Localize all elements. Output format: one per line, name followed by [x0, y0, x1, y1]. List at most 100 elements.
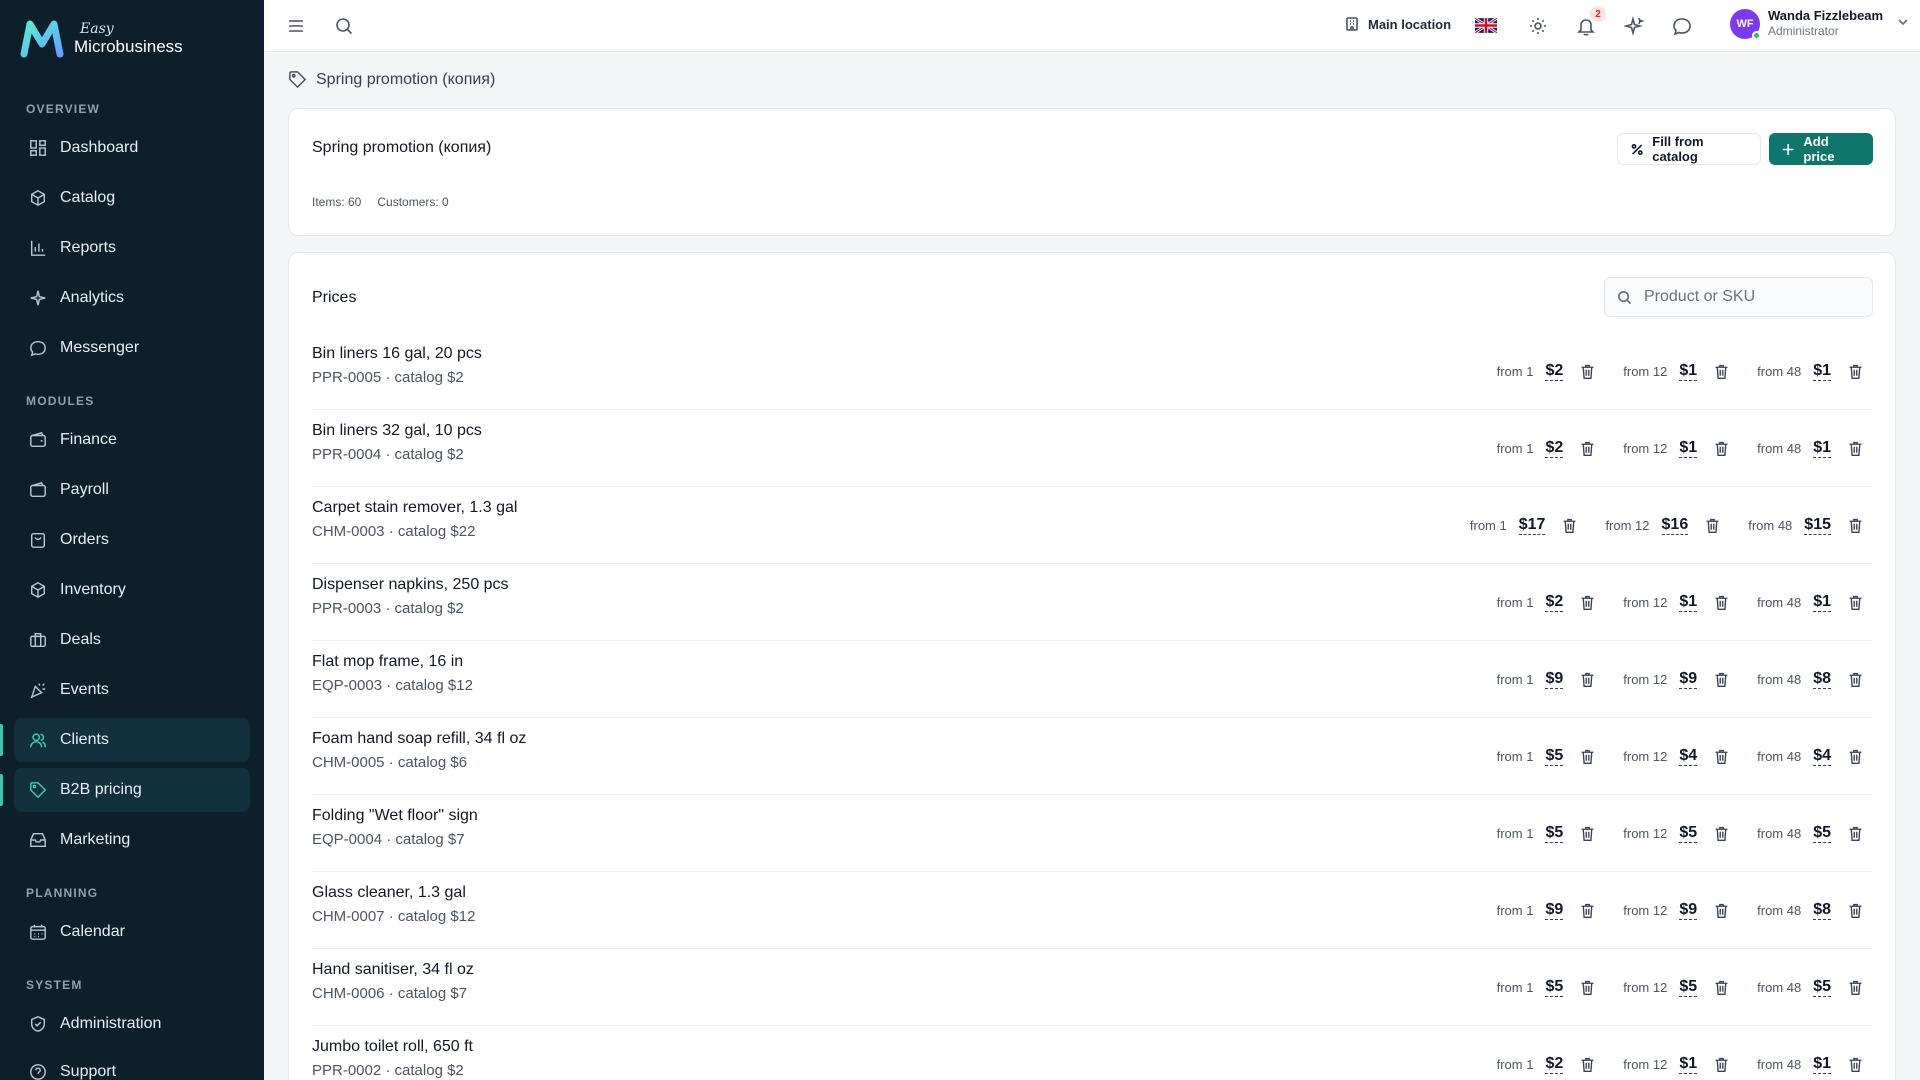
- sidebar-item-orders[interactable]: Orders: [14, 518, 250, 562]
- sidebar-item-marketing[interactable]: Marketing: [14, 818, 250, 862]
- tier-price[interactable]: $5: [1545, 824, 1564, 843]
- trash-icon[interactable]: [1711, 1055, 1731, 1075]
- trash-icon[interactable]: [1845, 747, 1865, 767]
- avatar-initials: WF: [1736, 17, 1754, 30]
- price-tier: from 1 $2: [1497, 1055, 1598, 1075]
- tier-price[interactable]: $1: [1813, 362, 1831, 381]
- sidebar-item-support[interactable]: Support: [14, 1050, 250, 1080]
- sidebar-item-deals[interactable]: Deals: [14, 618, 250, 662]
- app-logo[interactable]: Easy Microbusiness: [20, 18, 183, 58]
- tier-price[interactable]: $9: [1545, 901, 1564, 920]
- tier-price[interactable]: $8: [1813, 670, 1831, 689]
- tier-price[interactable]: $5: [1813, 824, 1831, 843]
- trash-icon[interactable]: [1577, 747, 1597, 767]
- trash-icon[interactable]: [1711, 670, 1731, 690]
- trash-icon[interactable]: [1711, 901, 1731, 921]
- tier-price[interactable]: $1: [1679, 439, 1698, 458]
- tier-price[interactable]: $4: [1813, 747, 1831, 766]
- tier-price[interactable]: $2: [1545, 439, 1564, 458]
- price-tiers: from 1 $2 from 12 $1 from 48 $1: [1471, 333, 1865, 410]
- trash-icon[interactable]: [1711, 439, 1731, 459]
- sidebar-item-clients[interactable]: Clients: [14, 718, 250, 762]
- tag-icon: [289, 71, 307, 89]
- menu-icon[interactable]: [284, 14, 308, 38]
- trash-icon[interactable]: [1845, 978, 1865, 998]
- trash-icon[interactable]: [1845, 1055, 1865, 1075]
- trash-icon[interactable]: [1577, 1055, 1597, 1075]
- trash-icon[interactable]: [1577, 978, 1597, 998]
- trash-icon[interactable]: [1845, 439, 1865, 459]
- sidebar-item-dashboard[interactable]: Dashboard: [14, 126, 250, 170]
- tier-price[interactable]: $1: [1679, 593, 1698, 612]
- sidebar: Easy Microbusiness OVERVIEW Dashboard Ca…: [0, 0, 264, 1080]
- tier-price[interactable]: $1: [1813, 1055, 1831, 1074]
- trash-icon[interactable]: [1702, 516, 1722, 536]
- tier-price[interactable]: $1: [1679, 1055, 1698, 1074]
- trash-icon[interactable]: [1577, 670, 1597, 690]
- trash-icon[interactable]: [1577, 362, 1597, 382]
- tier-price[interactable]: $9: [1679, 901, 1698, 920]
- sidebar-item-catalog[interactable]: Catalog: [14, 176, 250, 220]
- tier-price[interactable]: $8: [1813, 901, 1831, 920]
- chat-icon[interactable]: [1670, 14, 1694, 38]
- tier-price[interactable]: $5: [1545, 978, 1564, 997]
- sidebar-item-inventory[interactable]: Inventory: [14, 568, 250, 612]
- tier-price[interactable]: $4: [1679, 747, 1698, 766]
- tier-price[interactable]: $2: [1545, 593, 1564, 612]
- tier-price[interactable]: $2: [1545, 362, 1564, 381]
- trash-icon[interactable]: [1711, 824, 1731, 844]
- tier-price[interactable]: $17: [1518, 516, 1546, 535]
- trash-icon[interactable]: [1559, 516, 1579, 536]
- trash-icon[interactable]: [1845, 824, 1865, 844]
- uk-flag-icon[interactable]: [1475, 18, 1497, 33]
- trash-icon[interactable]: [1845, 593, 1865, 613]
- trash-icon[interactable]: [1845, 901, 1865, 921]
- theme-toggle-icon[interactable]: [1526, 14, 1550, 38]
- trash-icon[interactable]: [1845, 362, 1865, 382]
- sidebar-item-reports[interactable]: Reports: [14, 226, 250, 270]
- price-list-stats: Items: 60 Customers: 0: [312, 195, 449, 209]
- tier-price[interactable]: $1: [1813, 593, 1831, 612]
- trash-icon[interactable]: [1577, 824, 1597, 844]
- tier-price[interactable]: $5: [1813, 978, 1831, 997]
- sidebar-item-b2b-pricing[interactable]: B2B pricing: [14, 768, 250, 812]
- user-menu[interactable]: WF Wanda Fizzlebeam Administrator: [1730, 8, 1909, 40]
- sidebar-item-finance[interactable]: Finance: [14, 418, 250, 462]
- tier-price[interactable]: $1: [1679, 362, 1698, 381]
- product-search[interactable]: [1604, 277, 1873, 317]
- ai-sparkle-icon[interactable]: [1622, 14, 1646, 38]
- location-selector[interactable]: Main location: [1344, 16, 1451, 32]
- tier-price[interactable]: $9: [1679, 670, 1698, 689]
- add-price-button[interactable]: Add price: [1769, 133, 1873, 165]
- fill-from-catalog-button[interactable]: Fill from catalog: [1617, 133, 1761, 165]
- sidebar-item-events[interactable]: Events: [14, 668, 250, 712]
- sidebar-item-messenger[interactable]: Messenger: [14, 326, 250, 370]
- trash-icon[interactable]: [1711, 593, 1731, 613]
- trash-icon[interactable]: [1577, 901, 1597, 921]
- trash-icon[interactable]: [1845, 516, 1865, 536]
- tier-min-quantity: from 48: [1757, 749, 1802, 764]
- trash-icon[interactable]: [1711, 978, 1731, 998]
- sidebar-item-calendar[interactable]: Calendar: [14, 910, 250, 954]
- tier-price[interactable]: $15: [1804, 516, 1831, 535]
- trash-icon[interactable]: [1711, 747, 1731, 767]
- tier-price[interactable]: $1: [1813, 439, 1831, 458]
- tier-price[interactable]: $9: [1545, 670, 1564, 689]
- trash-icon[interactable]: [1711, 362, 1731, 382]
- sidebar-item-payroll[interactable]: Payroll: [14, 468, 250, 512]
- trash-icon[interactable]: [1577, 439, 1597, 459]
- sidebar-item-administration[interactable]: Administration: [14, 1002, 250, 1046]
- price-row: Bin liners 32 gal, 10 pcs PPR-0004 · cata…: [312, 410, 1873, 487]
- product-sku-catalog: PPR-0002 · catalog $2: [312, 1062, 464, 1079]
- trash-icon[interactable]: [1845, 670, 1865, 690]
- trash-icon[interactable]: [1577, 593, 1597, 613]
- tier-price[interactable]: $5: [1545, 747, 1564, 766]
- search-icon[interactable]: [332, 14, 356, 38]
- price-tier: from 48 $1: [1757, 439, 1865, 459]
- tier-price[interactable]: $5: [1679, 978, 1698, 997]
- tier-price[interactable]: $5: [1679, 824, 1698, 843]
- sidebar-item-analytics[interactable]: Analytics: [14, 276, 250, 320]
- product-search-input[interactable]: [1644, 288, 1854, 306]
- tier-price[interactable]: $16: [1661, 516, 1689, 535]
- tier-price[interactable]: $2: [1545, 1055, 1564, 1074]
